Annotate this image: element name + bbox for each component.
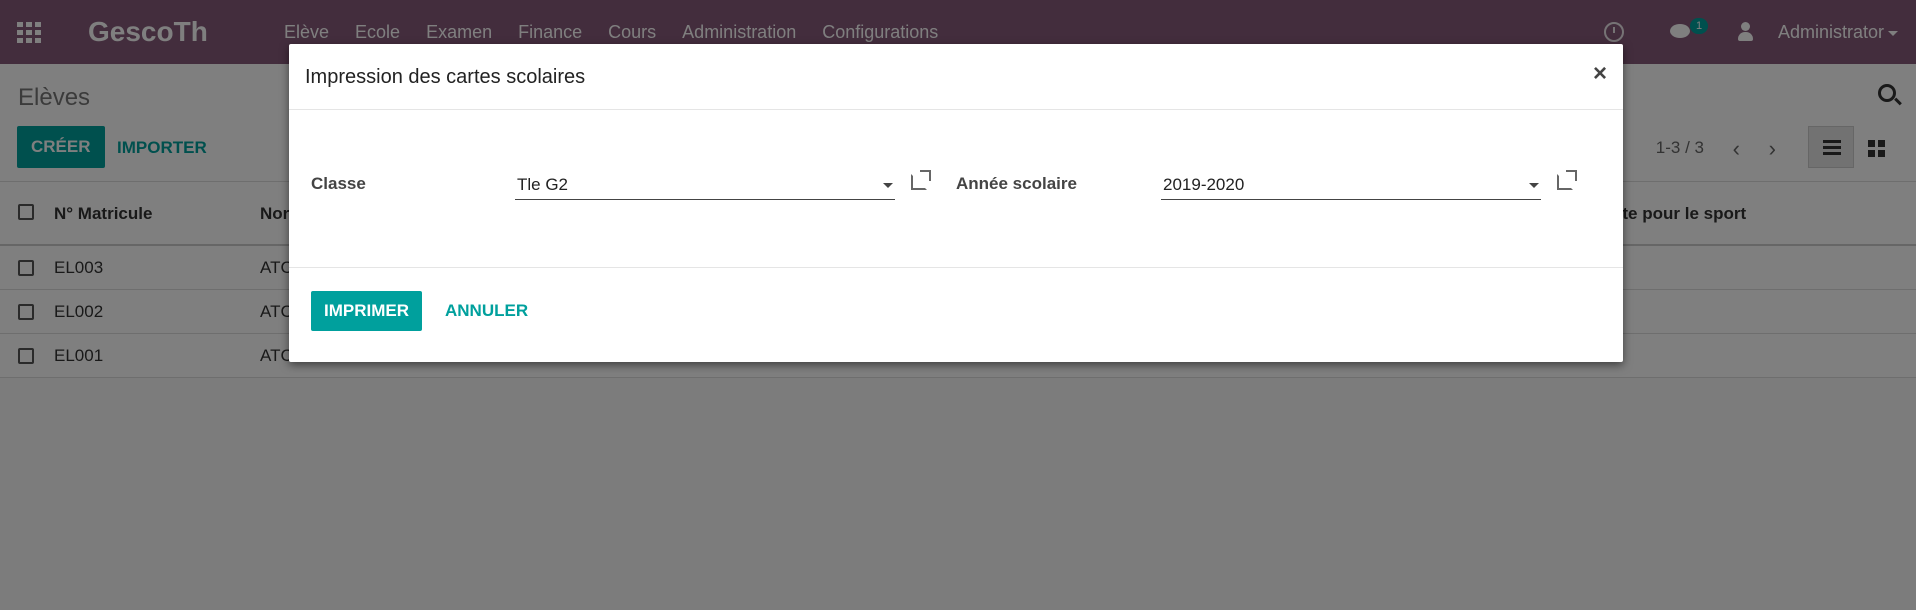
dialog-body: Classe Tle G2 Année scolaire 2019-2020 [289, 110, 1623, 268]
classe-field[interactable]: Tle G2 [515, 172, 895, 200]
chevron-down-icon[interactable] [883, 183, 893, 188]
external-link-icon[interactable] [1557, 170, 1577, 190]
classe-value: Tle G2 [517, 175, 569, 194]
close-icon[interactable]: × [1593, 60, 1607, 88]
classe-label: Classe [311, 174, 366, 193]
dialog-header: Impression des cartes scolaires × [289, 44, 1623, 110]
print-cards-dialog: Impression des cartes scolaires × Classe… [289, 44, 1623, 362]
annee-scolaire-field[interactable]: 2019-2020 [1161, 172, 1541, 200]
annee-scolaire-value: 2019-2020 [1163, 175, 1245, 194]
annee-scolaire-label: Année scolaire [956, 174, 1077, 193]
external-link-icon[interactable] [911, 170, 931, 190]
chevron-down-icon[interactable] [1529, 183, 1539, 188]
print-button[interactable]: IMPRIMER [311, 291, 422, 331]
dialog-title: Impression des cartes scolaires [305, 66, 586, 88]
cancel-button[interactable]: ANNULER [445, 301, 528, 321]
